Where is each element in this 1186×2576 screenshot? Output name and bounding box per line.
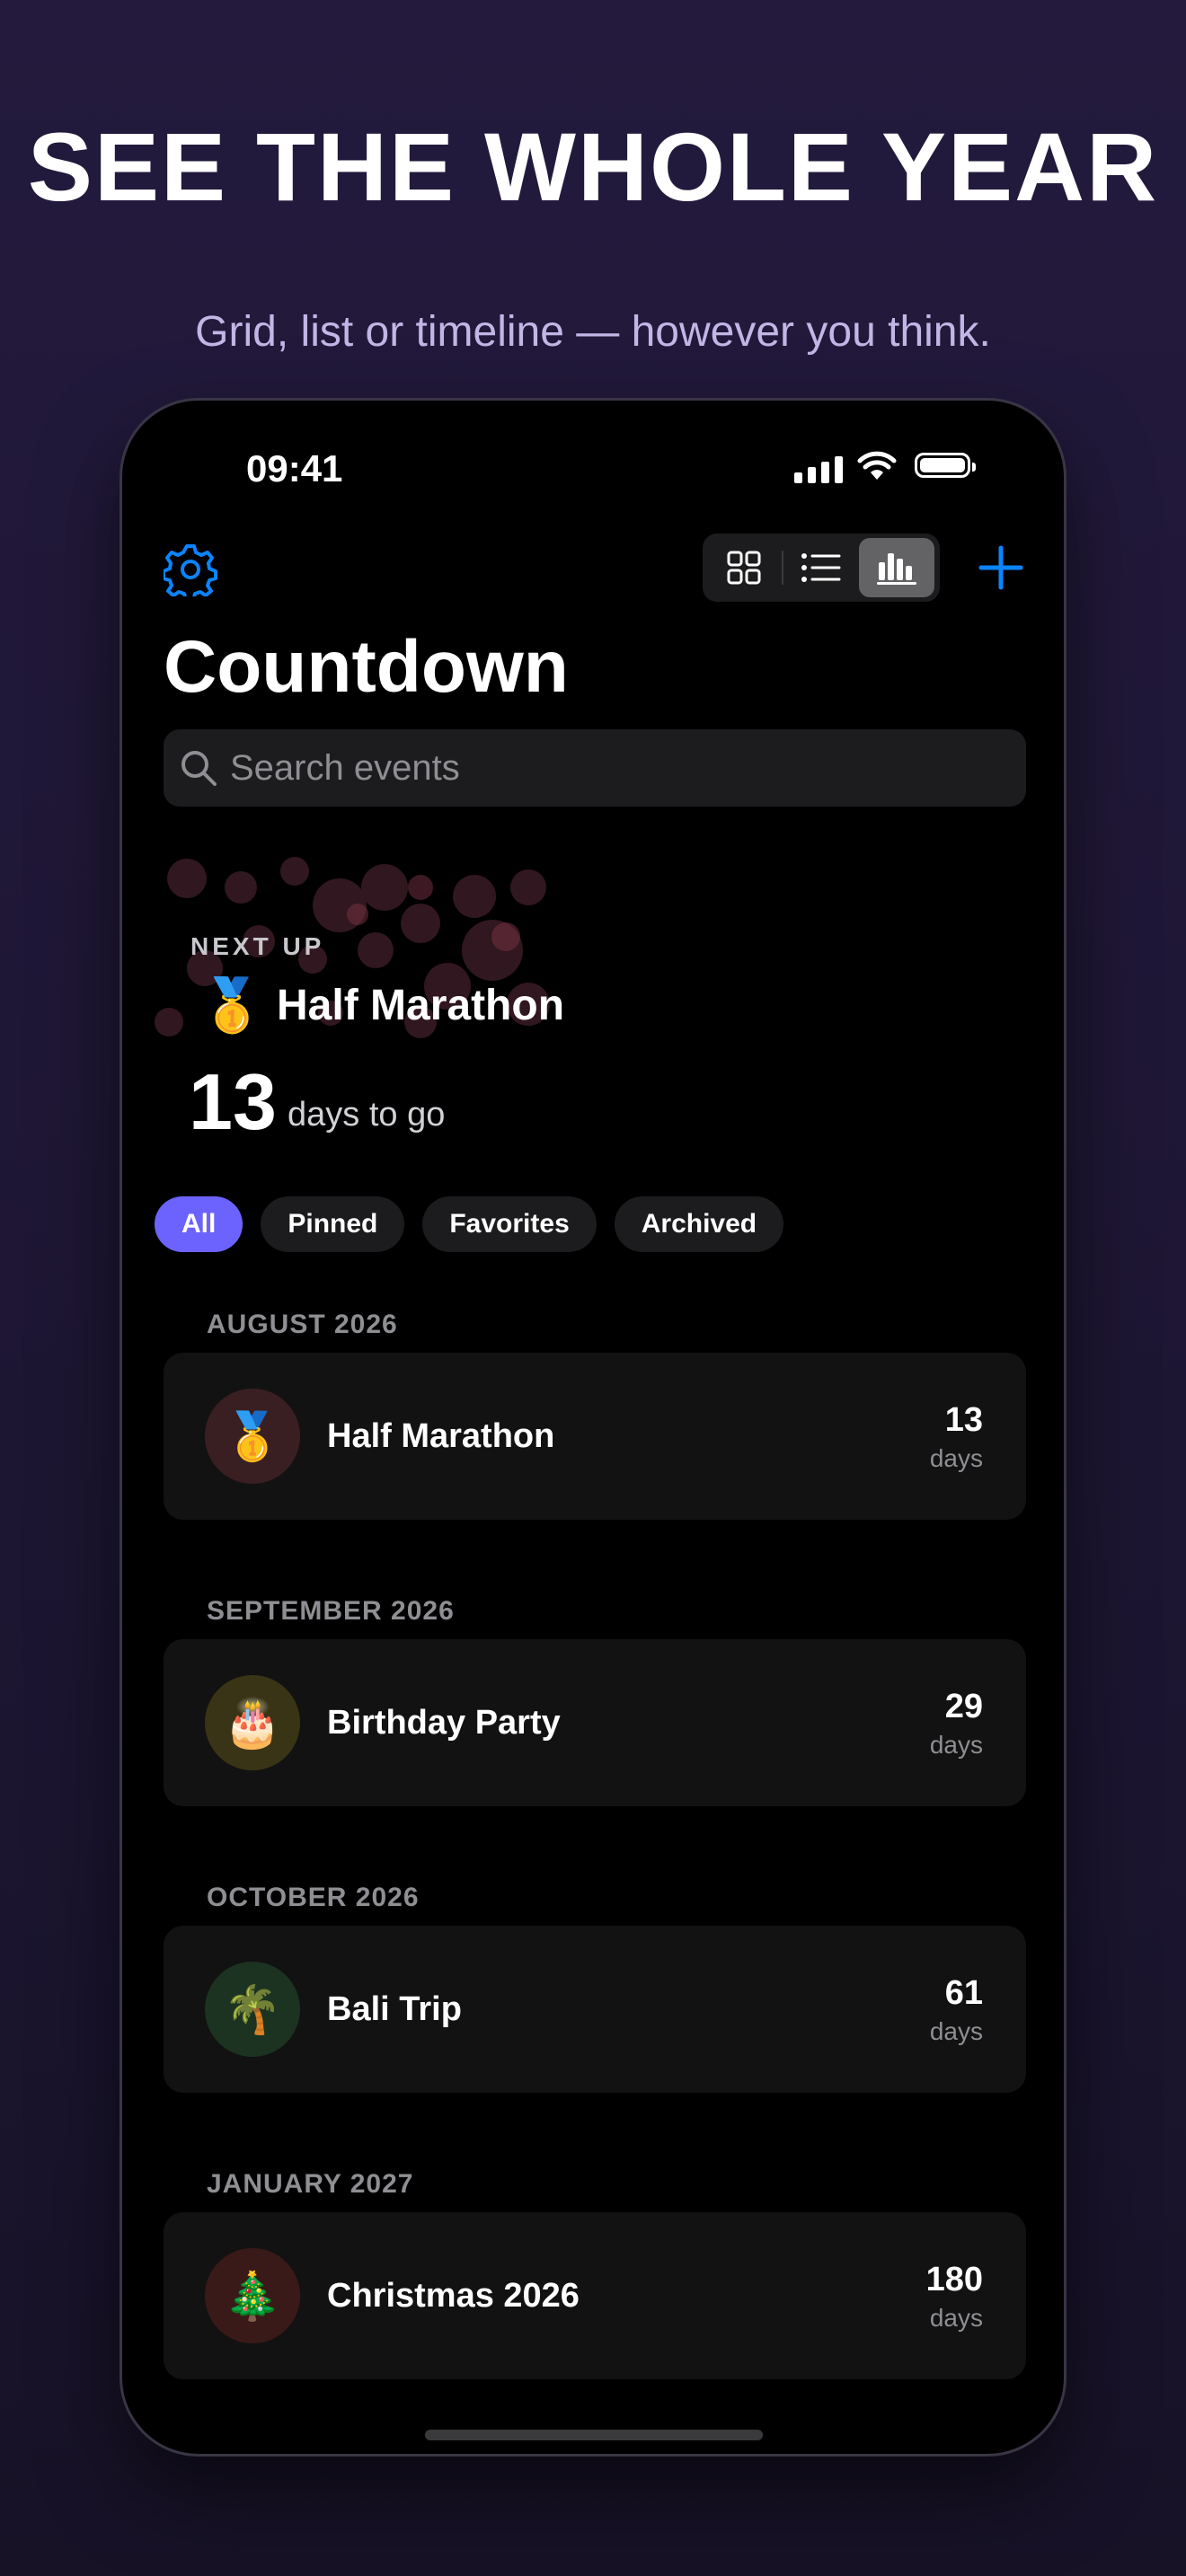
event-name: Half Marathon: [327, 1417, 555, 1455]
event-days: 61: [944, 1974, 983, 2012]
battery-icon: [915, 453, 976, 478]
event-name: Birthday Party: [327, 1704, 561, 1742]
cellular-signal-icon: [794, 456, 843, 483]
filter-chips: All Pinned Favorites Archived: [155, 1196, 784, 1252]
event-days: 13: [944, 1401, 983, 1439]
page-title: Countdown: [164, 626, 569, 708]
search-icon: [181, 751, 217, 786]
event-card[interactable]: 🌴 Bali Trip 61 days: [164, 1926, 1026, 2093]
phone-screen: 09:41 Countdown Search events NEXT UP 🥇 …: [119, 398, 1067, 2457]
month-header: JANUARY 2027: [207, 2169, 414, 2199]
event-card[interactable]: 🎄 Christmas 2026 180 days: [164, 2212, 1026, 2379]
grid-view-button[interactable]: [706, 538, 782, 597]
add-event-button[interactable]: [978, 544, 1024, 591]
search-bar: [164, 729, 1026, 807]
next-up-title: Half Marathon: [277, 982, 565, 1029]
event-name: Bali Trip: [327, 1990, 462, 2028]
medal-icon: 🥇: [199, 976, 265, 1035]
grid-icon: [727, 551, 761, 585]
bar-chart-icon: [877, 553, 916, 585]
filter-pinned[interactable]: Pinned: [261, 1196, 405, 1252]
event-days: 180: [925, 2261, 983, 2298]
event-days-unit: days: [929, 2017, 983, 2045]
filter-archived[interactable]: Archived: [614, 1196, 784, 1252]
event-card[interactable]: 🎂 Birthday Party 29 days: [164, 1639, 1026, 1806]
next-up-days: 13: [189, 1057, 277, 1146]
wifi-icon: [857, 451, 897, 480]
gear-icon[interactable]: [164, 543, 217, 596]
event-name: Christmas 2026: [327, 2277, 580, 2315]
medal-icon: 🥇: [205, 1389, 300, 1484]
filter-favorites[interactable]: Favorites: [422, 1196, 597, 1252]
search-input[interactable]: [228, 746, 1005, 790]
promo-subhead: Grid, list or timeline — however you thi…: [195, 308, 991, 356]
filter-all[interactable]: All: [155, 1196, 243, 1252]
next-up-suffix: days to go: [288, 1096, 446, 1134]
event-days: 29: [944, 1688, 983, 1725]
promo-headline: SEE THE WHOLE YEAR: [27, 112, 1159, 221]
month-header: OCTOBER 2026: [207, 1883, 420, 1912]
list-view-button[interactable]: [783, 538, 859, 597]
month-header: AUGUST 2026: [207, 1310, 398, 1339]
event-days-unit: days: [929, 1731, 983, 1759]
christmas-tree-icon: 🎄: [205, 2248, 300, 2343]
status-time: 09:41: [246, 447, 343, 490]
event-card[interactable]: 🥇 Half Marathon 13 days: [164, 1353, 1026, 1520]
event-days-unit: days: [929, 1444, 983, 1472]
home-indicator[interactable]: [425, 2430, 763, 2440]
view-mode-switcher: [703, 534, 940, 602]
timeline-view-button[interactable]: [859, 538, 934, 597]
list-icon: [801, 553, 841, 582]
event-days-unit: days: [929, 2304, 983, 2332]
month-header: SEPTEMBER 2026: [207, 1596, 455, 1626]
next-up-label: NEXT UP: [190, 932, 325, 960]
cake-icon: 🎂: [205, 1675, 300, 1770]
palm-tree-icon: 🌴: [205, 1962, 300, 2057]
